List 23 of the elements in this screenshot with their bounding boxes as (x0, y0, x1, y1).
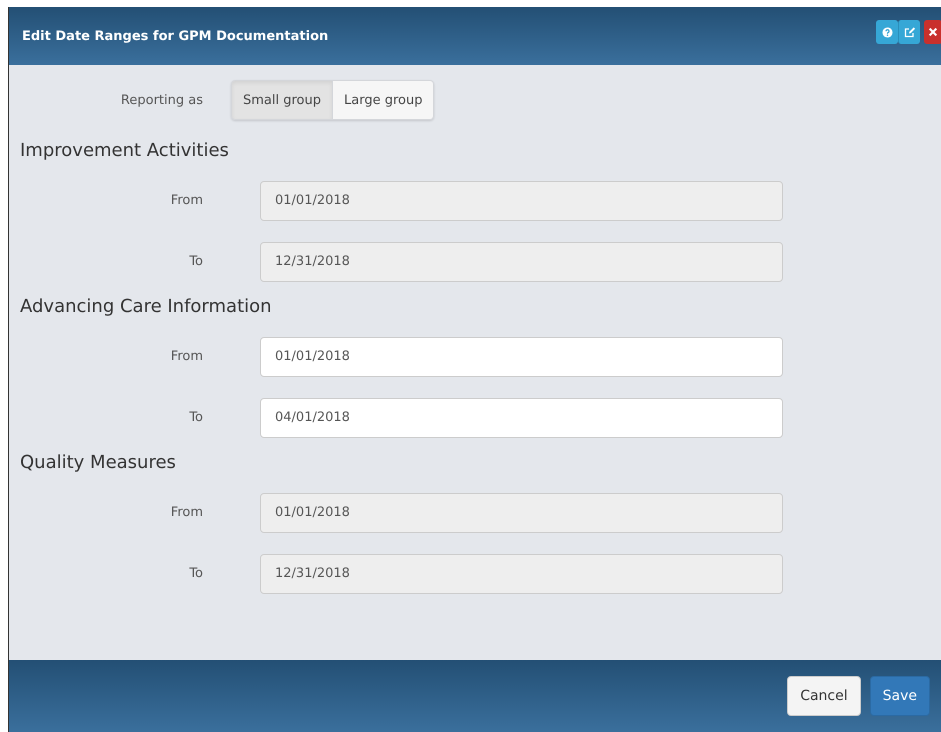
date-field[interactable]: 04/01/2018 (260, 398, 783, 438)
field-label: From (170, 505, 204, 520)
date-field[interactable]: 01/01/2018 (260, 336, 783, 376)
field-label: From (170, 193, 204, 208)
dialog-title: Edit Date Ranges for GPM Documentation (22, 28, 328, 44)
help-button[interactable] (876, 20, 898, 44)
edit-button[interactable] (898, 20, 920, 44)
toggle-option[interactable]: Small group (231, 80, 333, 120)
help-icon (882, 26, 892, 38)
cancel-button[interactable]: Cancel (787, 676, 861, 716)
close-icon (928, 27, 938, 37)
field-label: To (188, 410, 204, 425)
save-button[interactable]: Save (870, 676, 930, 716)
field-label: To (188, 254, 204, 269)
field-label: To (188, 566, 204, 581)
field-label: From (170, 349, 204, 364)
field-label: Reporting as (120, 92, 204, 108)
toggle-option[interactable]: Large group (333, 80, 434, 120)
close-button[interactable] (924, 20, 941, 44)
edit-icon (904, 26, 916, 38)
section-title: Quality Measures (19, 451, 177, 475)
section-title: Improvement Activities (19, 139, 230, 163)
section-title: Advancing Care Information (19, 295, 273, 319)
